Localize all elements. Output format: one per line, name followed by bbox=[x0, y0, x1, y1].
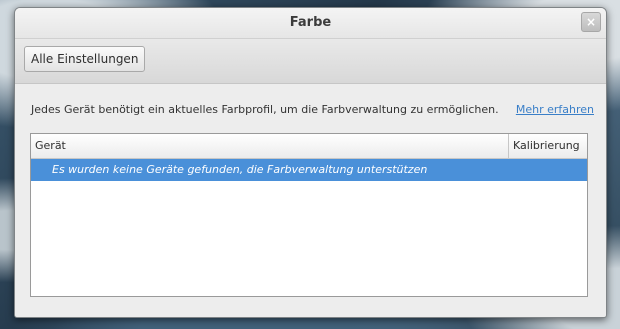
window-title: Farbe bbox=[289, 15, 332, 30]
device-table[interactable]: Gerät Kalibrierung Es wurden keine Gerät… bbox=[30, 133, 588, 297]
close-icon: × bbox=[585, 15, 597, 29]
column-header-calibration[interactable]: Kalibrierung bbox=[509, 134, 587, 158]
info-text: Jedes Gerät benötigt ein aktuelles Farbp… bbox=[31, 103, 499, 116]
toolbar: Alle Einstellungen bbox=[15, 39, 606, 84]
table-header: Gerät Kalibrierung bbox=[31, 134, 587, 159]
color-settings-window: Farbe × Alle Einstellungen Jedes Gerät b… bbox=[14, 7, 607, 318]
empty-message: Es wurden keine Geräte gefunden, die Far… bbox=[52, 163, 428, 176]
titlebar[interactable]: Farbe × bbox=[15, 8, 606, 39]
table-row[interactable]: Es wurden keine Geräte gefunden, die Far… bbox=[31, 159, 587, 181]
close-button[interactable]: × bbox=[581, 12, 601, 32]
learn-more-link[interactable]: Mehr erfahren bbox=[516, 103, 594, 116]
all-settings-button[interactable]: Alle Einstellungen bbox=[24, 46, 146, 72]
column-header-device[interactable]: Gerät bbox=[31, 134, 509, 158]
info-row: Jedes Gerät benötigt ein aktuelles Farbp… bbox=[31, 103, 594, 121]
